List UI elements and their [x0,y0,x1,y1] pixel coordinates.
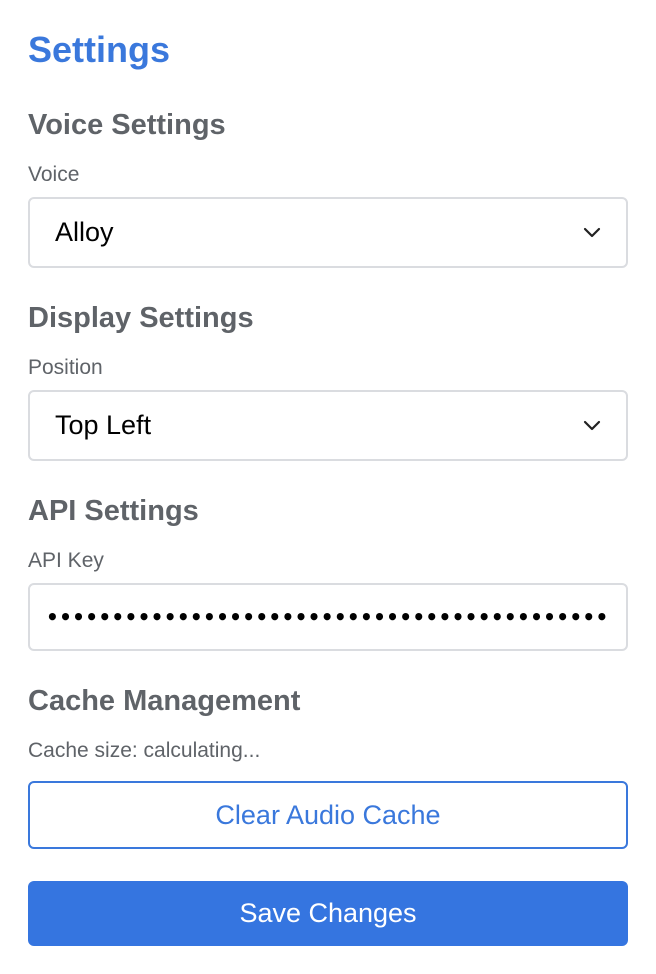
cache-size-text: Cache size: calculating... [28,739,261,762]
position-select-value: Top Left [55,410,152,440]
voice-settings-heading: Voice Settings [28,109,226,141]
voice-label: Voice [28,163,80,186]
display-settings-heading: Display Settings [28,302,254,334]
position-label: Position [28,356,103,379]
api-settings-heading: API Settings [28,495,199,527]
position-select[interactable]: Top Left [28,390,628,461]
voice-select-value: Alloy [55,217,114,247]
api-key-label: API Key [28,549,104,572]
page-title: Settings [28,29,171,70]
voice-select[interactable]: Alloy [28,197,628,268]
clear-audio-cache-button[interactable]: Clear Audio Cache [28,781,628,849]
api-key-masked-value: ••••••••••••••••••••••••••••••••••••••••… [46,605,610,629]
save-changes-button[interactable]: Save Changes [28,881,628,946]
chevron-down-icon [582,223,602,243]
api-key-field[interactable]: ••••••••••••••••••••••••••••••••••••••••… [28,583,628,651]
chevron-down-icon [582,416,602,436]
cache-management-heading: Cache Management [28,685,301,717]
